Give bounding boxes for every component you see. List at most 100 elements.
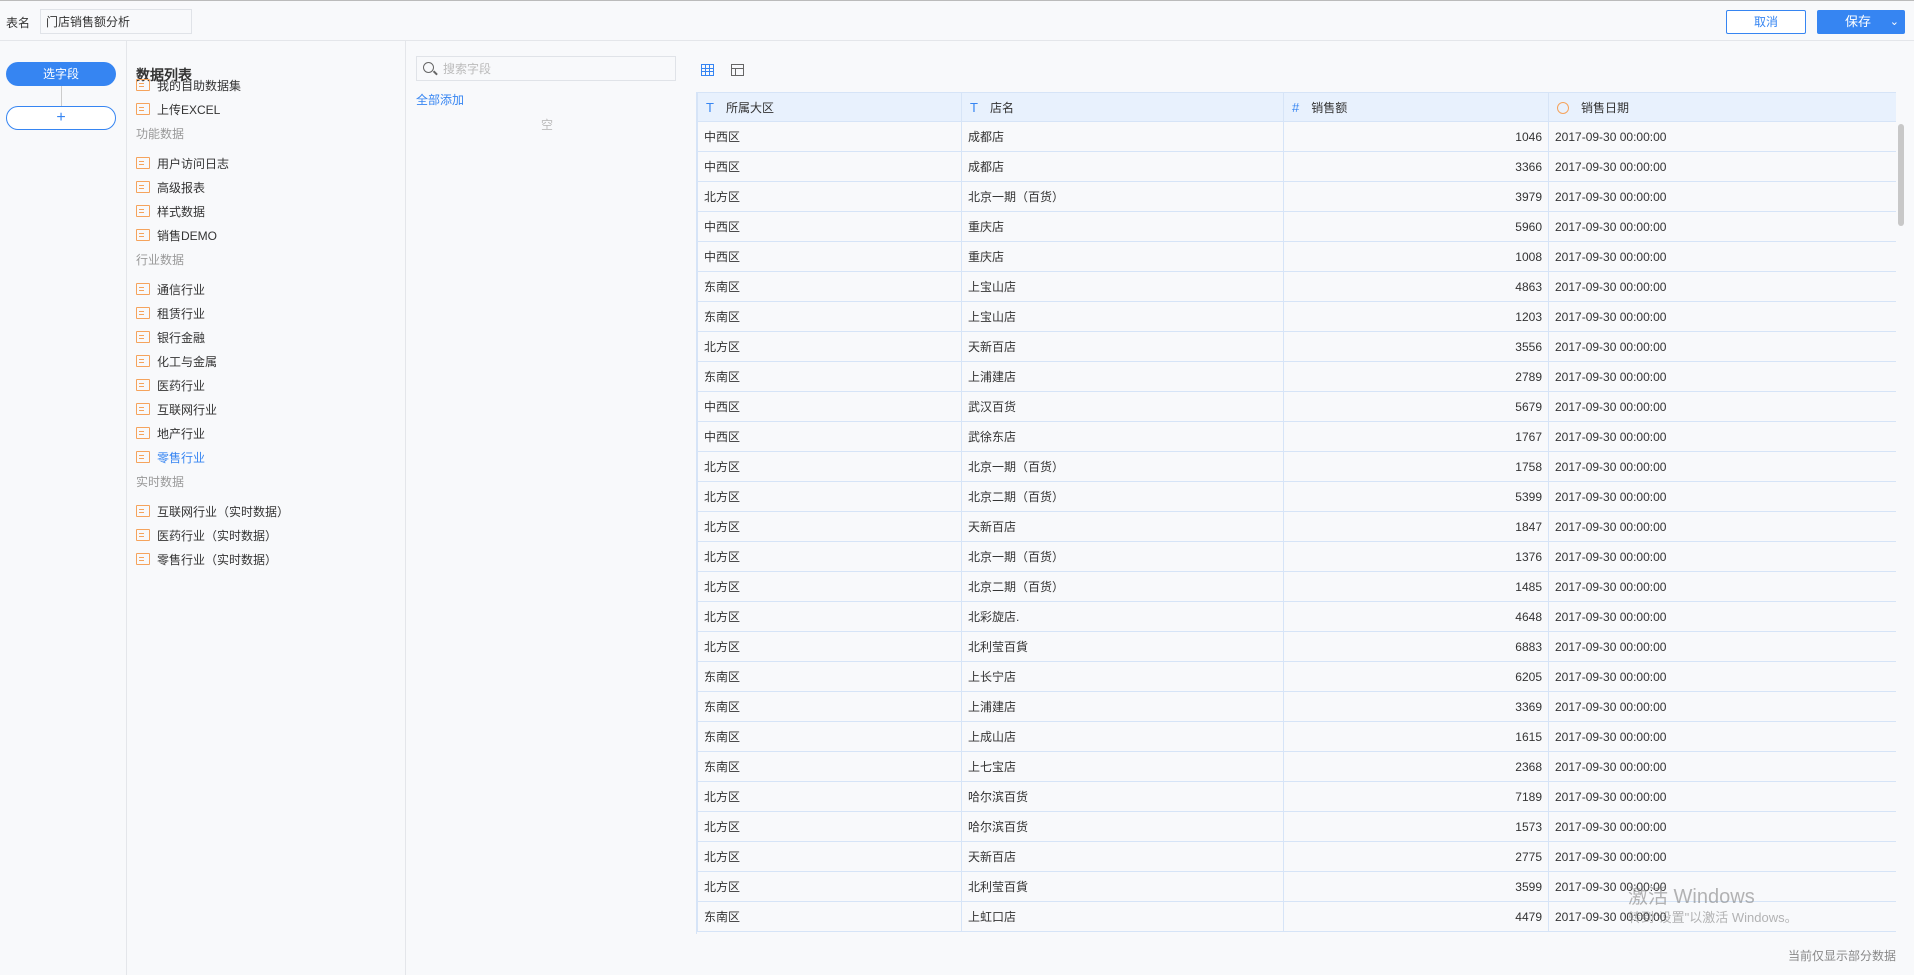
search-input[interactable] <box>443 60 663 78</box>
data-list-item-label: 零售行业 <box>157 450 206 465</box>
table-cell: 上浦建店 <box>961 691 1284 722</box>
table-cell: 中西区 <box>697 391 962 422</box>
save-button[interactable]: 保存 ⌄ <box>1817 10 1905 34</box>
table-cell: 2017-09-30 00:00:00 <box>1548 241 1896 272</box>
folder-icon <box>136 181 150 193</box>
data-list-item-label: 化工与金属 <box>157 354 218 369</box>
table-cell: 3599 <box>1283 871 1549 902</box>
table-cell: 1767 <box>1283 421 1549 452</box>
table-cell: 哈尔滨百货 <box>961 811 1284 842</box>
table-cell: 北京一期（百货） <box>961 181 1284 212</box>
data-list-group-title: 实时数据 <box>136 475 185 489</box>
table-row: 中西区 成都店 3366 2017-09-30 00:00:00 <box>697 151 1896 182</box>
data-list-item[interactable]: 上传EXCEL <box>136 99 220 119</box>
table-cell: 北方区 <box>697 571 962 602</box>
table-cell: 北方区 <box>697 481 962 512</box>
table-cell: 2017-09-30 00:00:00 <box>1548 421 1896 452</box>
table-cell: 东南区 <box>697 721 962 752</box>
data-list-item[interactable]: 零售行业（实时数据） <box>136 549 277 569</box>
table-cell: 中西区 <box>697 151 962 182</box>
data-list-item[interactable]: 租赁行业 <box>136 303 205 323</box>
table-cell: 东南区 <box>697 901 962 932</box>
add-step-button[interactable]: + <box>6 106 116 130</box>
data-list-item-label: 上传EXCEL <box>157 102 221 117</box>
table-cell: 1485 <box>1283 571 1549 602</box>
table-cell: 2017-09-30 00:00:00 <box>1548 631 1896 662</box>
table-row: 东南区 上宝山店 4863 2017-09-30 00:00:00 <box>697 271 1896 302</box>
folder-icon <box>136 307 150 319</box>
table-row: 北方区 北京一期（百货） 3979 2017-09-30 00:00:00 <box>697 181 1896 212</box>
folder-icon <box>136 505 150 517</box>
data-list-item[interactable]: 互联网行业 <box>136 399 217 419</box>
table-cell: 上成山店 <box>961 721 1284 752</box>
table-scrollbar[interactable] <box>1898 124 1904 226</box>
table-cell: 东南区 <box>697 691 962 722</box>
table-row: 北方区 北京二期（百货） 1485 2017-09-30 00:00:00 <box>697 571 1896 602</box>
layout-view-icon[interactable] <box>731 64 744 76</box>
table-cell: 成都店 <box>961 121 1284 152</box>
cancel-button[interactable]: 取消 <box>1726 10 1806 34</box>
table-cell: 北方区 <box>697 781 962 812</box>
data-list-item[interactable]: 化工与金属 <box>136 351 217 371</box>
table-cell: 上宝山店 <box>961 301 1284 332</box>
table-cell: 2017-09-30 00:00:00 <box>1548 751 1896 782</box>
table-cell: 3369 <box>1283 691 1549 722</box>
table-cell: 北方区 <box>697 451 962 482</box>
table-cell: 1376 <box>1283 541 1549 572</box>
add-all-link[interactable]: 全部添加 <box>416 91 464 108</box>
table-cell: 中西区 <box>697 121 962 152</box>
table-cell: 2017-09-30 00:00:00 <box>1548 601 1896 632</box>
table-cell: 2017-09-30 00:00:00 <box>1548 841 1896 872</box>
data-list-item-label: 零售行业（实时数据） <box>157 552 278 567</box>
table-row: 东南区 上成山店 1615 2017-09-30 00:00:00 <box>697 721 1896 752</box>
table-cell: 2017-09-30 00:00:00 <box>1548 151 1896 182</box>
table-cell: 1615 <box>1283 721 1549 752</box>
table-row: 北方区 天新百店 2775 2017-09-30 00:00:00 <box>697 841 1896 872</box>
table-cell: 上七宝店 <box>961 751 1284 782</box>
table-row: 北方区 哈尔滨百货 7189 2017-09-30 00:00:00 <box>697 781 1896 812</box>
table-cell: 北利莹百貨 <box>961 871 1284 902</box>
data-list-item[interactable]: 高级报表 <box>136 177 205 197</box>
data-list-item[interactable]: 互联网行业（实时数据） <box>136 501 289 521</box>
table-cell: 2017-09-30 00:00:00 <box>1548 301 1896 332</box>
data-list-item[interactable]: 医药行业（实时数据） <box>136 525 277 545</box>
table-cell: 中西区 <box>697 211 962 242</box>
column-label: 店名 <box>989 100 1014 115</box>
folder-icon <box>136 529 150 541</box>
field-search[interactable] <box>416 56 676 81</box>
folder-icon <box>136 331 150 343</box>
data-list-item[interactable]: 销售DEMO <box>136 225 217 245</box>
table-cell: 4863 <box>1283 271 1549 302</box>
table-cell: 6205 <box>1283 661 1549 692</box>
table-cell: 1046 <box>1283 121 1549 152</box>
table-cell: 天新百店 <box>961 841 1284 872</box>
data-list-item[interactable]: 银行金融 <box>136 327 205 347</box>
table-cell: 2775 <box>1283 841 1549 872</box>
table-name-input[interactable] <box>40 9 192 34</box>
data-list-item[interactable]: 样式数据 <box>136 201 205 221</box>
save-label: 保存 <box>1845 14 1872 29</box>
table-row: 东南区 上宝山店 1203 2017-09-30 00:00:00 <box>697 301 1896 332</box>
step-select-fields[interactable]: 选字段 <box>6 62 116 86</box>
clock-icon <box>1557 101 1569 114</box>
table-cell: 北方区 <box>697 601 962 632</box>
table-cell: 东南区 <box>697 361 962 392</box>
chevron-down-icon[interactable]: ⌄ <box>1890 10 1899 34</box>
table-cell: 上长宁店 <box>961 661 1284 692</box>
data-list-item[interactable]: 地产行业 <box>136 423 205 443</box>
table-cell: 北京二期（百货） <box>961 571 1284 602</box>
data-list-item[interactable]: 用户访问日志 <box>136 153 229 173</box>
data-list-item[interactable]: 通信行业 <box>136 279 205 299</box>
data-list-item[interactable]: 医药行业 <box>136 375 205 395</box>
data-list-item[interactable]: 我的自助数据集 <box>136 75 241 95</box>
table-cell: 2017-09-30 00:00:00 <box>1548 211 1896 242</box>
table-cell: 1758 <box>1283 451 1549 482</box>
table-row: 北方区 哈尔滨百货 1573 2017-09-30 00:00:00 <box>697 811 1896 842</box>
data-list-item-label: 医药行业 <box>157 378 206 393</box>
grid-view-icon[interactable] <box>701 64 714 76</box>
table-cell: 天新百店 <box>961 511 1284 542</box>
table-row: 中西区 武徐东店 1767 2017-09-30 00:00:00 <box>697 421 1896 452</box>
folder-icon <box>136 79 150 91</box>
data-list-item[interactable]: 零售行业 <box>136 447 205 467</box>
table-row: 北方区 北利莹百貨 6883 2017-09-30 00:00:00 <box>697 631 1896 662</box>
